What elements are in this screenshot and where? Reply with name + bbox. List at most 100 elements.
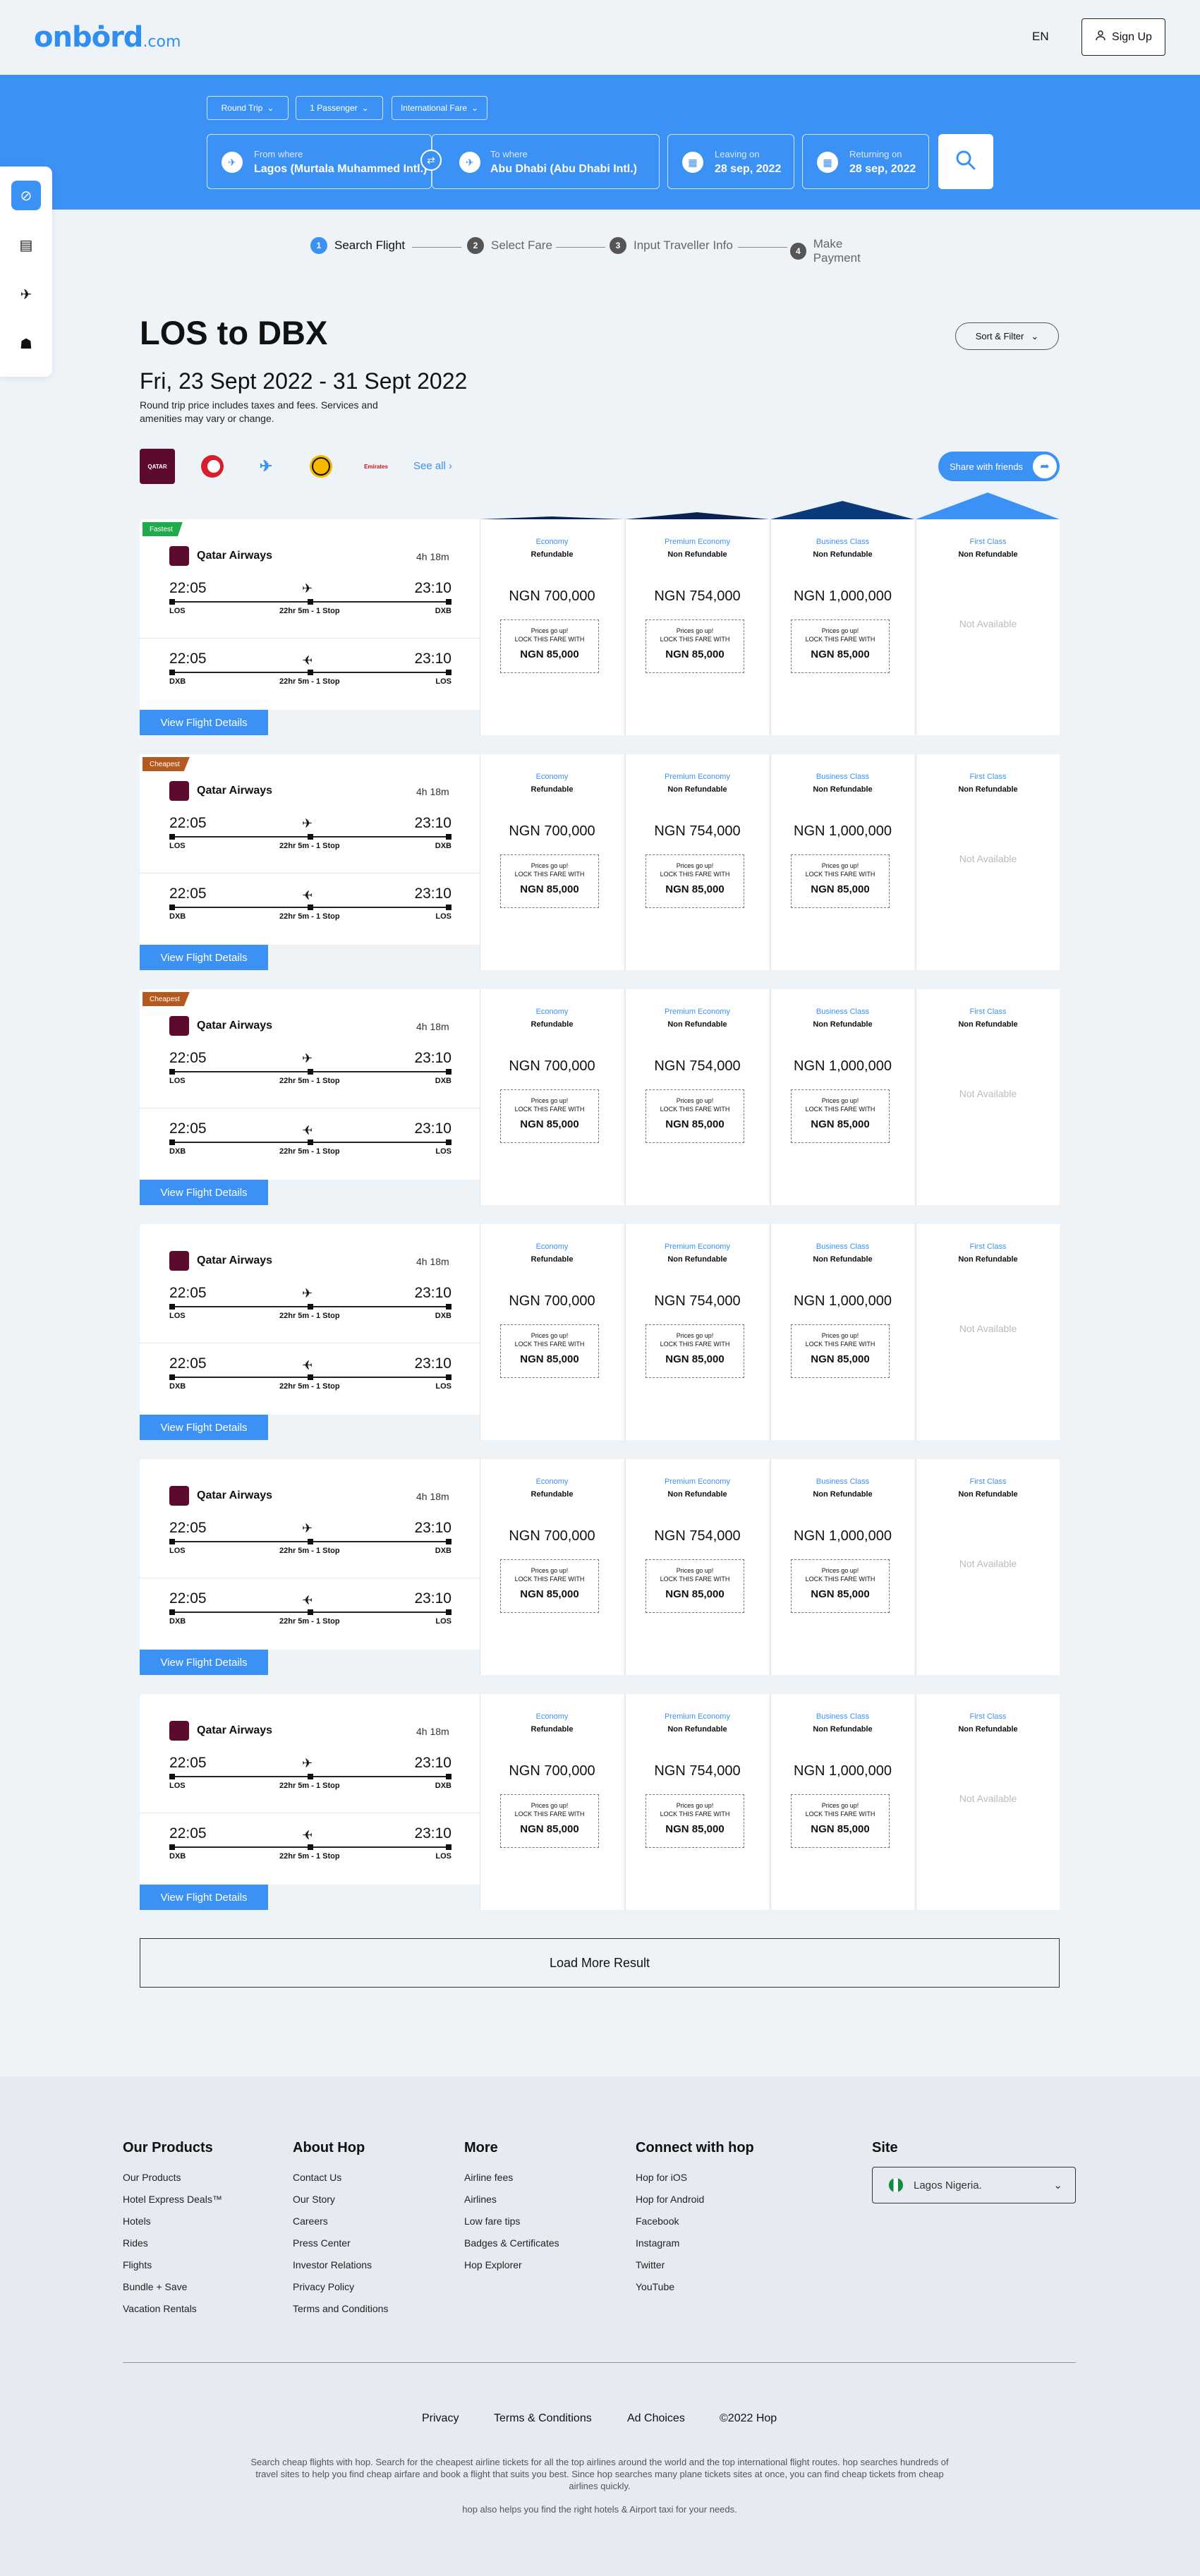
footer-link[interactable]: Facebook bbox=[636, 2215, 754, 2237]
footer-link[interactable]: Airlines bbox=[464, 2194, 559, 2215]
lock-fare-box[interactable]: Prices go up! LOCK THIS FARE WITH NGN 85,0… bbox=[500, 1089, 599, 1143]
fare-option[interactable]: Economy Refundable NGN 700,000 Prices go up… bbox=[480, 1459, 624, 1675]
footer-privacy-link[interactable]: Privacy bbox=[422, 2412, 459, 2425]
footer-link[interactable]: Low fare tips bbox=[464, 2215, 559, 2237]
footer-link[interactable]: Hop for iOS bbox=[636, 2172, 754, 2194]
footer-link[interactable]: YouTube bbox=[636, 2281, 754, 2303]
lock-fare-box[interactable]: Prices go up! LOCK THIS FARE WITH NGN 85,0… bbox=[791, 854, 890, 908]
footer-link[interactable]: Hotels bbox=[123, 2215, 222, 2237]
footer-link[interactable]: Instagram bbox=[636, 2237, 754, 2259]
language-selector[interactable]: EN bbox=[1032, 30, 1049, 44]
footer-link[interactable]: Bundle + Save bbox=[123, 2281, 222, 2303]
jet-airline-logo[interactable]: ✈ bbox=[248, 449, 284, 484]
fare-option[interactable]: Premium Economy Non Refundable NGN 754,000… bbox=[625, 1459, 769, 1675]
sign-up-button[interactable]: Sign Up bbox=[1081, 18, 1165, 56]
logo[interactable]: onbȯrd.com bbox=[34, 21, 181, 54]
view-flight-details-button[interactable]: View Flight Details bbox=[140, 1885, 268, 1910]
lock-fare-box[interactable]: Prices go up! LOCK THIS FARE WITH NGN 85,0… bbox=[646, 619, 744, 673]
fare-option[interactable]: Premium Economy Non Refundable NGN 754,000… bbox=[625, 989, 769, 1205]
footer-link[interactable]: Badges & Certificates bbox=[464, 2237, 559, 2259]
footer-adchoices-link[interactable]: Ad Choices bbox=[627, 2412, 685, 2425]
lock-fare-box[interactable]: Prices go up! LOCK THIS FARE WITH NGN 85,0… bbox=[791, 1324, 890, 1378]
footer-link[interactable]: Flights bbox=[123, 2259, 222, 2281]
lock-fare-box[interactable]: Prices go up! LOCK THIS FARE WITH NGN 85,0… bbox=[646, 1324, 744, 1378]
lock-fare-box[interactable]: Prices go up! LOCK THIS FARE WITH NGN 85,0… bbox=[646, 1794, 744, 1848]
view-flight-details-button[interactable]: View Flight Details bbox=[140, 1415, 268, 1440]
footer-link[interactable]: Hop for Android bbox=[636, 2194, 754, 2215]
step-make-payment[interactable]: 4 Make Payment bbox=[790, 237, 889, 265]
to-field[interactable]: ✈ To where Abu Dhabi (Abu Dhabi Intl.) bbox=[432, 134, 660, 189]
lock-fare-box[interactable]: Prices go up! LOCK THIS FARE WITH NGN 85,0… bbox=[500, 1559, 599, 1613]
sort-filter-button[interactable]: Sort & Filter ⌄ bbox=[955, 322, 1059, 350]
lock-fare-box[interactable]: Prices go up! LOCK THIS FARE WITH NGN 85,0… bbox=[791, 1794, 890, 1848]
passenger-dropdown[interactable]: 1 Passenger ⌄ bbox=[296, 96, 383, 120]
step-search-flight[interactable]: 1 Search Flight bbox=[310, 237, 405, 254]
step-select-fare[interactable]: 2 Select Fare bbox=[467, 237, 552, 254]
fare-option[interactable]: Economy Refundable NGN 700,000 Prices go up… bbox=[480, 989, 624, 1205]
share-button[interactable]: Share with friends ➦ bbox=[938, 452, 1060, 481]
fare-option[interactable]: Business Class Non Refundable NGN 1,000,00… bbox=[770, 754, 914, 970]
lock-fare-box[interactable]: Prices go up! LOCK THIS FARE WITH NGN 85,0… bbox=[646, 1089, 744, 1143]
fare-option[interactable]: Economy Refundable NGN 700,000 Prices go up… bbox=[480, 519, 624, 735]
footer-link[interactable]: Vacation Rentals bbox=[123, 2303, 222, 2325]
fare-option[interactable]: Premium Economy Non Refundable NGN 754,000… bbox=[625, 1224, 769, 1440]
emirates-logo[interactable]: Emirates bbox=[358, 449, 394, 484]
fare-option[interactable]: Premium Economy Non Refundable NGN 754,000… bbox=[625, 519, 769, 735]
leaving-date-field[interactable]: ▦ Leaving on 28 sep, 2022 bbox=[667, 134, 794, 189]
fare-option[interactable]: Business Class Non Refundable NGN 1,000,00… bbox=[770, 519, 914, 735]
fare-option[interactable]: Business Class Non Refundable NGN 1,000,00… bbox=[770, 1459, 914, 1675]
footer-link[interactable]: Hotel Express Deals™ bbox=[123, 2194, 222, 2215]
fare-option[interactable]: Economy Refundable NGN 700,000 Prices go up… bbox=[480, 754, 624, 970]
swap-icon[interactable]: ⇄ bbox=[420, 150, 442, 171]
footer-link[interactable]: Careers bbox=[293, 2215, 388, 2237]
lock-fare-box[interactable]: Prices go up! LOCK THIS FARE WITH NGN 85,0… bbox=[646, 1559, 744, 1613]
lock-fare-box[interactable]: Prices go up! LOCK THIS FARE WITH NGN 85,0… bbox=[500, 1794, 599, 1848]
returning-date-field[interactable]: ▦ Returning on 28 sep, 2022 bbox=[802, 134, 929, 189]
footer-link[interactable]: Contact Us bbox=[293, 2172, 388, 2194]
fare-option[interactable]: Premium Economy Non Refundable NGN 754,000… bbox=[625, 1694, 769, 1910]
view-flight-details-button[interactable]: View Flight Details bbox=[140, 710, 268, 735]
hotel-icon[interactable]: ▤ bbox=[11, 230, 41, 260]
footer-link[interactable]: Our Story bbox=[293, 2194, 388, 2215]
lock-fare-box[interactable]: Prices go up! LOCK THIS FARE WITH NGN 85,0… bbox=[646, 854, 744, 908]
flight-icon[interactable]: ✈ bbox=[11, 279, 41, 309]
footer-terms-link[interactable]: Terms & Conditions bbox=[494, 2412, 592, 2425]
lock-fare-box[interactable]: Prices go up! LOCK THIS FARE WITH NGN 85,0… bbox=[500, 619, 599, 673]
footer-link[interactable]: Investor Relations bbox=[293, 2259, 388, 2281]
footer-link[interactable]: Hop Explorer bbox=[464, 2259, 559, 2281]
footer-link[interactable]: Rides bbox=[123, 2237, 222, 2259]
fare-option[interactable]: Business Class Non Refundable NGN 1,000,00… bbox=[770, 989, 914, 1205]
lock-fare-box[interactable]: Prices go up! LOCK THIS FARE WITH NGN 85,0… bbox=[500, 854, 599, 908]
view-flight-details-button[interactable]: View Flight Details bbox=[140, 1180, 268, 1205]
footer-link[interactable]: Airline fees bbox=[464, 2172, 559, 2194]
trip-type-dropdown[interactable]: Round Trip ⌄ bbox=[207, 96, 289, 120]
site-dropdown[interactable]: Lagos Nigeria. ⌄ bbox=[872, 2167, 1076, 2203]
lock-fare-box[interactable]: Prices go up! LOCK THIS FARE WITH NGN 85,0… bbox=[791, 1089, 890, 1143]
view-flight-details-button[interactable]: View Flight Details bbox=[140, 945, 268, 970]
view-flight-details-button[interactable]: View Flight Details bbox=[140, 1650, 268, 1675]
fare-option[interactable]: Premium Economy Non Refundable NGN 754,000… bbox=[625, 754, 769, 970]
compass-icon[interactable]: ⊘ bbox=[11, 181, 41, 210]
footer-link[interactable]: Privacy Policy bbox=[293, 2281, 388, 2303]
see-all-link[interactable]: See all › bbox=[413, 460, 452, 472]
lock-fare-box[interactable]: Prices go up! LOCK THIS FARE WITH NGN 85,0… bbox=[500, 1324, 599, 1378]
footer-link[interactable]: Press Center bbox=[293, 2237, 388, 2259]
footer-link[interactable]: Terms and Conditions bbox=[293, 2303, 388, 2325]
lock-fare-box[interactable]: Prices go up! LOCK THIS FARE WITH NGN 85,0… bbox=[791, 1559, 890, 1613]
turkish-airlines-logo[interactable] bbox=[195, 449, 230, 484]
fare-option[interactable]: Business Class Non Refundable NGN 1,000,00… bbox=[770, 1224, 914, 1440]
footer-link[interactable]: Twitter bbox=[636, 2259, 754, 2281]
profile-icon[interactable]: ☗ bbox=[11, 329, 41, 358]
step-traveller-info[interactable]: 3 Input Traveller Info bbox=[610, 237, 733, 254]
fare-option[interactable]: Business Class Non Refundable NGN 1,000,00… bbox=[770, 1694, 914, 1910]
lock-fare-box[interactable]: Prices go up! LOCK THIS FARE WITH NGN 85,0… bbox=[791, 619, 890, 673]
fare-option[interactable]: Economy Refundable NGN 700,000 Prices go up… bbox=[480, 1694, 624, 1910]
fare-type-dropdown[interactable]: International Fare ⌄ bbox=[392, 96, 487, 120]
footer-link[interactable]: Our Products bbox=[123, 2172, 222, 2194]
qatar-logo[interactable]: QATAR bbox=[140, 449, 175, 484]
lufthansa-logo[interactable] bbox=[303, 449, 339, 484]
search-button[interactable] bbox=[938, 134, 993, 189]
fare-option[interactable]: Economy Refundable NGN 700,000 Prices go up… bbox=[480, 1224, 624, 1440]
load-more-button[interactable]: Load More Result bbox=[140, 1938, 1060, 1988]
from-field[interactable]: ✈ From where Lagos (Murtala Muhammed Int… bbox=[207, 134, 432, 189]
